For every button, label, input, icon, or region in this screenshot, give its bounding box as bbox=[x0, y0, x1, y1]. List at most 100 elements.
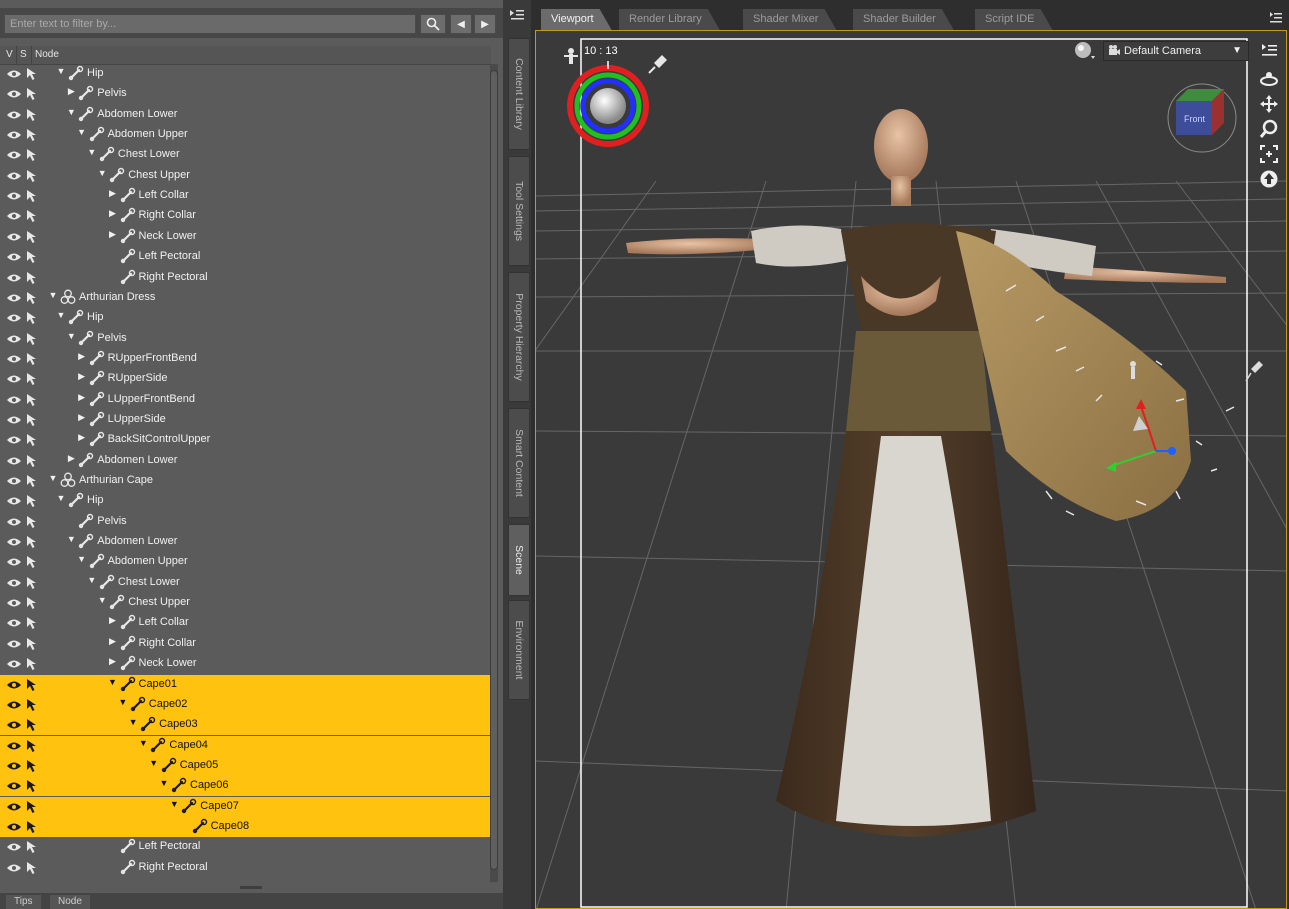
selectable-cursor-icon[interactable] bbox=[26, 271, 39, 285]
selectable-cursor-icon[interactable] bbox=[26, 616, 39, 630]
visibility-eye-icon[interactable] bbox=[6, 435, 22, 445]
visibility-eye-icon[interactable] bbox=[6, 273, 22, 283]
scrollbar-thumb[interactable] bbox=[490, 70, 498, 870]
tree-row[interactable]: ▶ BackSitControlUpper bbox=[0, 430, 491, 450]
visibility-eye-icon[interactable] bbox=[6, 374, 22, 384]
selectable-cursor-icon[interactable] bbox=[26, 311, 39, 325]
tab-environment[interactable]: Environment bbox=[508, 600, 530, 700]
viewport-3d[interactable]: Front 10 : 13 Default Camera ▼ bbox=[535, 30, 1287, 909]
visibility-eye-icon[interactable] bbox=[6, 822, 22, 832]
draw-style-icon[interactable] bbox=[1073, 40, 1097, 62]
tab-render-library[interactable]: Render Library bbox=[619, 9, 720, 30]
pan-icon[interactable] bbox=[1259, 94, 1279, 114]
tab-tips[interactable]: Tips bbox=[6, 895, 41, 909]
visibility-eye-icon[interactable] bbox=[6, 130, 22, 140]
collapse-arrow-icon[interactable]: ▼ bbox=[108, 677, 118, 687]
tree-row[interactable]: ▼ Hip bbox=[0, 64, 491, 84]
tab-content-library[interactable]: Content Library bbox=[508, 38, 530, 150]
visibility-eye-icon[interactable] bbox=[6, 69, 22, 79]
visibility-eye-icon[interactable] bbox=[6, 150, 22, 160]
selectable-cursor-icon[interactable] bbox=[26, 678, 39, 692]
visibility-eye-icon[interactable] bbox=[6, 191, 22, 201]
visibility-eye-icon[interactable] bbox=[6, 842, 22, 852]
tree-row[interactable]: ▶ LUpperFrontBend bbox=[0, 390, 491, 410]
tree-row[interactable]: ▶ RUpperSide bbox=[0, 369, 491, 389]
visibility-eye-icon[interactable] bbox=[6, 211, 22, 221]
selectable-cursor-icon[interactable] bbox=[26, 739, 39, 753]
collapse-arrow-icon[interactable]: ▼ bbox=[87, 575, 97, 585]
selectable-cursor-icon[interactable] bbox=[26, 433, 39, 447]
tree-row[interactable]: ▶ Left Collar bbox=[0, 186, 491, 206]
selectable-cursor-icon[interactable] bbox=[26, 250, 39, 264]
visibility-eye-icon[interactable] bbox=[6, 802, 22, 812]
expand-arrow-icon[interactable]: ▶ bbox=[77, 351, 87, 362]
collapse-arrow-icon[interactable]: ▼ bbox=[149, 758, 159, 768]
visibility-eye-icon[interactable] bbox=[6, 476, 22, 486]
tree-row[interactable]: ▶ Neck Lower bbox=[0, 654, 491, 674]
tree-row[interactable]: ▼ Cape04 bbox=[0, 735, 491, 756]
selectable-cursor-icon[interactable] bbox=[26, 413, 39, 427]
selectable-cursor-icon[interactable] bbox=[26, 108, 39, 122]
tree-row[interactable]: ▼ Abdomen Lower bbox=[0, 105, 491, 125]
expand-arrow-icon[interactable]: ▶ bbox=[77, 392, 87, 403]
visibility-eye-icon[interactable] bbox=[6, 761, 22, 771]
tree-row[interactable]: ▶ Abdomen Lower bbox=[0, 451, 491, 471]
selectable-cursor-icon[interactable] bbox=[26, 332, 39, 346]
visibility-eye-icon[interactable] bbox=[6, 415, 22, 425]
selectable-cursor-icon[interactable] bbox=[26, 759, 39, 773]
visibility-eye-icon[interactable] bbox=[6, 171, 22, 181]
collapse-arrow-icon[interactable]: ▼ bbox=[56, 493, 66, 503]
camera-dropdown[interactable]: Default Camera ▼ bbox=[1103, 41, 1249, 61]
visibility-eye-icon[interactable] bbox=[6, 537, 22, 547]
collapse-arrow-icon[interactable]: ▼ bbox=[48, 473, 58, 483]
expand-arrow-icon[interactable]: ▶ bbox=[108, 615, 118, 626]
expand-arrow-icon[interactable]: ▶ bbox=[66, 86, 76, 97]
tab-viewport[interactable]: Viewport bbox=[541, 9, 612, 30]
selectable-cursor-icon[interactable] bbox=[26, 474, 39, 488]
tree-row[interactable]: ▶ Left Collar bbox=[0, 613, 491, 633]
visibility-eye-icon[interactable] bbox=[6, 598, 22, 608]
selectable-cursor-icon[interactable] bbox=[26, 454, 39, 468]
tree-row[interactable]: ▼ Arthurian Dress bbox=[0, 288, 491, 308]
selectable-cursor-icon[interactable] bbox=[26, 576, 39, 590]
selectable-cursor-icon[interactable] bbox=[26, 555, 39, 569]
expand-arrow-icon[interactable]: ▶ bbox=[77, 371, 87, 382]
tree-row[interactable]: ▼ Hip bbox=[0, 491, 491, 511]
visibility-eye-icon[interactable] bbox=[6, 639, 22, 649]
home-icon[interactable] bbox=[1259, 169, 1279, 189]
tab-shader-builder[interactable]: Shader Builder bbox=[853, 9, 954, 30]
selectable-cursor-icon[interactable] bbox=[26, 393, 39, 407]
visibility-eye-icon[interactable] bbox=[6, 659, 22, 669]
tree-row[interactable]: ▼ Cape02 bbox=[0, 694, 491, 715]
collapse-arrow-icon[interactable]: ▼ bbox=[77, 554, 87, 564]
selectable-cursor-icon[interactable] bbox=[26, 657, 39, 671]
tree-row[interactable]: ▼ Chest Upper bbox=[0, 166, 491, 186]
visibility-eye-icon[interactable] bbox=[6, 741, 22, 751]
collapse-arrow-icon[interactable]: ▼ bbox=[66, 107, 76, 117]
node-column-header[interactable]: Node bbox=[35, 49, 59, 60]
visibility-eye-icon[interactable] bbox=[6, 863, 22, 873]
tree-row[interactable]: ▶ Right Collar bbox=[0, 634, 491, 654]
collapse-arrow-icon[interactable]: ▼ bbox=[66, 331, 76, 341]
visibility-eye-icon[interactable] bbox=[6, 252, 22, 262]
visibility-eye-icon[interactable] bbox=[6, 293, 22, 303]
selectable-cursor-icon[interactable] bbox=[26, 230, 39, 244]
splitter-grip[interactable] bbox=[240, 886, 262, 889]
visibility-eye-icon[interactable] bbox=[6, 496, 22, 506]
selectable-cursor-icon[interactable] bbox=[26, 820, 39, 834]
collapse-arrow-icon[interactable]: ▼ bbox=[138, 738, 148, 748]
selectable-cursor-icon[interactable] bbox=[26, 596, 39, 610]
selectable-cursor-icon[interactable] bbox=[26, 291, 39, 305]
visibility-eye-icon[interactable] bbox=[6, 618, 22, 628]
visibility-eye-icon[interactable] bbox=[6, 720, 22, 730]
expand-arrow-icon[interactable]: ▶ bbox=[77, 432, 87, 443]
tree-row[interactable]: ▼ Chest Upper bbox=[0, 593, 491, 613]
expand-arrow-icon[interactable]: ▶ bbox=[108, 636, 118, 647]
collapse-arrow-icon[interactable]: ▼ bbox=[66, 534, 76, 544]
visibility-eye-icon[interactable] bbox=[6, 781, 22, 791]
visibility-eye-icon[interactable] bbox=[6, 395, 22, 405]
selectable-cursor-icon[interactable] bbox=[26, 169, 39, 183]
collapse-arrow-icon[interactable]: ▼ bbox=[128, 717, 138, 727]
selectable-cursor-icon[interactable] bbox=[26, 87, 39, 101]
next-match-button[interactable]: ▶ bbox=[474, 14, 496, 34]
